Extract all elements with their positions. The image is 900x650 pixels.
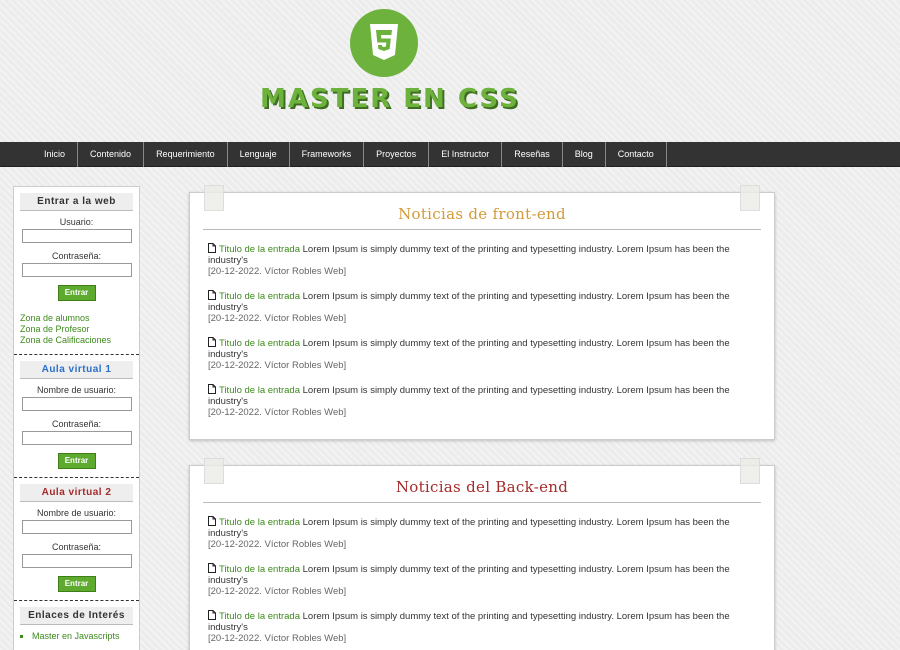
user-input[interactable] xyxy=(21,229,132,243)
links-list: Master en Javascripts xyxy=(32,631,133,641)
news-title-link[interactable]: Titulo de la entrada xyxy=(219,517,300,528)
nav-list: Inicio Contenido Requerimiento Lenguaje … xyxy=(32,142,667,167)
aula-2-title: Aula virtual 2 xyxy=(20,484,133,502)
aula-2-user-label: Nombre de usuario: xyxy=(36,508,117,518)
news-meta: [20-12-2022. Víctor Robles Web] xyxy=(208,586,347,597)
aula-2-password-input[interactable] xyxy=(21,554,132,568)
main-nav: Inicio Contenido Requerimiento Lenguaje … xyxy=(0,142,900,167)
news-item: Titulo de la entrada Lorem Ipsum is simp… xyxy=(208,289,748,324)
aula-1-user-input[interactable] xyxy=(21,397,132,411)
news-meta: [20-12-2022. Víctor Robles Web] xyxy=(208,633,347,644)
link-master-javascript[interactable]: Master en Javascripts xyxy=(32,631,120,641)
aula-virtual-2-box: Aula virtual 2 Nombre de usuario: Contra… xyxy=(14,478,139,601)
zone-link-profesor[interactable]: Zona de Profesor xyxy=(20,324,133,335)
document-icon xyxy=(208,337,216,347)
news-item: Titulo de la entrada Lorem Ipsum is simp… xyxy=(208,515,748,550)
nav-item-contenido[interactable]: Contenido xyxy=(78,142,145,167)
aula-2-login-button[interactable]: Entrar xyxy=(57,576,96,592)
panel-corner-decoration xyxy=(204,185,224,211)
zone-link-alumnos[interactable]: Zona de alumnos xyxy=(20,313,133,324)
aula-virtual-1-box: Aula virtual 1 Nombre de usuario: Contra… xyxy=(14,355,139,478)
nav-item-inicio[interactable]: Inicio xyxy=(32,142,79,167)
nav-item-instructor[interactable]: El Instructor xyxy=(429,142,503,167)
news-title-link[interactable]: Titulo de la entrada xyxy=(219,338,300,349)
document-icon xyxy=(208,290,216,300)
nav-item-frameworks[interactable]: Frameworks xyxy=(290,142,365,167)
document-icon xyxy=(208,384,216,394)
password-input[interactable] xyxy=(21,263,132,277)
news-item: Titulo de la entrada Lorem Ipsum is simp… xyxy=(208,242,748,277)
front-end-title: Noticias de front-end xyxy=(203,205,761,230)
user-label: Usuario: xyxy=(59,217,94,227)
news-meta: [20-12-2022. Víctor Robles Web] xyxy=(208,407,347,418)
links-title: Enlaces de Interés xyxy=(20,607,133,625)
aula-1-title: Aula virtual 1 xyxy=(20,361,133,379)
aula-1-user-label: Nombre de usuario: xyxy=(36,385,117,395)
news-item: Titulo de la entrada Lorem Ipsum is simp… xyxy=(208,383,748,418)
news-meta: [20-12-2022. Víctor Robles Web] xyxy=(208,313,347,324)
login-box: Entrar a la web Usuario: Contraseña: Ent… xyxy=(14,187,139,355)
back-end-news-panel: Noticias del Back-end Titulo de la entra… xyxy=(189,458,775,650)
links-box: Enlaces de Interés Master en Javascripts xyxy=(14,601,139,649)
news-item: Titulo de la entrada Lorem Ipsum is simp… xyxy=(208,336,748,371)
site-header: MASTER EN CSS xyxy=(0,0,900,142)
panel-corner-decoration xyxy=(204,458,224,484)
news-title-link[interactable]: Titulo de la entrada xyxy=(219,291,300,302)
news-meta: [20-12-2022. Víctor Robles Web] xyxy=(208,539,347,550)
login-button[interactable]: Entrar xyxy=(57,285,96,301)
panel-corner-decoration xyxy=(740,185,760,211)
document-icon xyxy=(208,516,216,526)
zone-link-calificaciones[interactable]: Zona de Calificaciones xyxy=(20,335,133,346)
news-title-link[interactable]: Titulo de la entrada xyxy=(219,564,300,575)
document-icon xyxy=(208,610,216,620)
news-title-link[interactable]: Titulo de la entrada xyxy=(219,244,300,255)
nav-item-resenas[interactable]: Reseñas xyxy=(502,142,563,167)
link-item: Master en Javascripts xyxy=(32,631,133,641)
news-title-link[interactable]: Titulo de la entrada xyxy=(219,611,300,622)
nav-item-contacto[interactable]: Contacto xyxy=(606,142,667,167)
css3-logo-icon xyxy=(350,9,418,77)
front-end-news-panel: Noticias de front-end Titulo de la entra… xyxy=(189,185,775,440)
aula-1-password-label: Contraseña: xyxy=(51,419,102,429)
nav-item-proyectos[interactable]: Proyectos xyxy=(364,142,430,167)
aula-1-login-button[interactable]: Entrar xyxy=(57,453,96,469)
login-title: Entrar a la web xyxy=(20,193,133,211)
site-title: MASTER EN CSS xyxy=(260,84,520,114)
news-meta: [20-12-2022. Víctor Robles Web] xyxy=(208,266,347,277)
nav-item-blog[interactable]: Blog xyxy=(563,142,606,167)
news-item: Titulo de la entrada Lorem Ipsum is simp… xyxy=(208,562,748,597)
document-icon xyxy=(208,563,216,573)
news-title-link[interactable]: Titulo de la entrada xyxy=(219,385,300,396)
panel-corner-decoration xyxy=(740,458,760,484)
sidebar: Entrar a la web Usuario: Contraseña: Ent… xyxy=(13,186,140,650)
password-label: Contraseña: xyxy=(51,251,102,261)
news-item: Titulo de la entrada Lorem Ipsum is simp… xyxy=(208,609,748,644)
aula-1-password-input[interactable] xyxy=(21,431,132,445)
document-icon xyxy=(208,243,216,253)
nav-item-lenguaje[interactable]: Lenguaje xyxy=(228,142,290,167)
aula-2-user-input[interactable] xyxy=(21,520,132,534)
news-meta: [20-12-2022. Víctor Robles Web] xyxy=(208,360,347,371)
aula-2-password-label: Contraseña: xyxy=(51,542,102,552)
zone-links: Zona de alumnos Zona de Profesor Zona de… xyxy=(20,313,133,346)
back-end-title: Noticias del Back-end xyxy=(203,478,761,503)
nav-item-requerimiento[interactable]: Requerimiento xyxy=(144,142,228,167)
